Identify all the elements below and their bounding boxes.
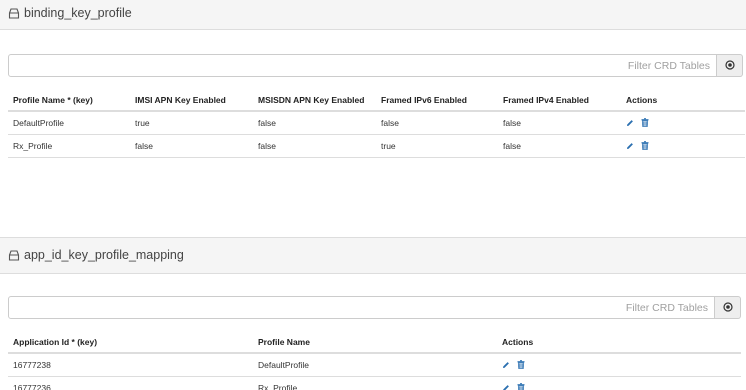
- cell-actions: [497, 353, 741, 377]
- column-header[interactable]: Profile Name: [253, 331, 497, 354]
- section-header-binding-key-profile: binding_key_profile: [0, 0, 746, 30]
- column-header: Actions: [497, 331, 741, 354]
- cell-actions: [497, 376, 741, 390]
- cell-actions: [621, 111, 745, 135]
- section-title-wrap: binding_key_profile: [8, 6, 132, 20]
- cell-application-id: 16777236: [8, 376, 253, 390]
- filter-field[interactable]: [8, 296, 715, 319]
- table-header-row: Profile Name * (key) IMSI APN Key Enable…: [8, 89, 745, 112]
- trash-icon[interactable]: [641, 141, 649, 150]
- cell-framed-ipv4: false: [498, 111, 621, 135]
- database-icon: [8, 7, 20, 19]
- cell-profile-name: DefaultProfile: [8, 111, 130, 135]
- filter-field[interactable]: [8, 54, 717, 77]
- column-header[interactable]: IMSI APN Key Enabled: [130, 89, 253, 112]
- cell-framed-ipv4: false: [498, 134, 621, 158]
- trash-icon[interactable]: [517, 383, 525, 390]
- crd-table-app-id-key-profile-mapping: Application Id * (key) Profile Name Acti…: [8, 331, 741, 390]
- section-header-app-id-key-profile-mapping: app_id_key_profile_mapping: [0, 237, 746, 274]
- column-header[interactable]: MSISDN APN Key Enabled: [253, 89, 376, 112]
- cell-msisdn-apn: false: [253, 134, 376, 158]
- crd-table-binding-key-profile: Profile Name * (key) IMSI APN Key Enable…: [8, 89, 745, 158]
- clear-filter-button[interactable]: [715, 296, 741, 319]
- section-title: binding_key_profile: [24, 6, 132, 20]
- cell-msisdn-apn: false: [253, 111, 376, 135]
- cell-profile-name: Rx_Profile: [253, 376, 497, 390]
- filter-input[interactable]: [9, 297, 714, 318]
- cell-framed-ipv6: false: [376, 111, 498, 135]
- clear-filter-button[interactable]: [717, 54, 743, 77]
- column-header: Actions: [621, 89, 745, 112]
- cell-profile-name: DefaultProfile: [253, 353, 497, 377]
- column-header[interactable]: Profile Name * (key): [8, 89, 130, 112]
- circle-dot-icon: [724, 59, 735, 72]
- column-header[interactable]: Application Id * (key): [8, 331, 253, 354]
- cell-imsi-apn: true: [130, 111, 253, 135]
- pencil-icon[interactable]: [502, 361, 510, 369]
- column-header[interactable]: Framed IPv6 Enabled: [376, 89, 498, 112]
- pencil-icon[interactable]: [626, 142, 634, 150]
- database-icon: [8, 249, 20, 261]
- cell-actions: [621, 134, 745, 158]
- table-row: 16777238 DefaultProfile: [8, 353, 741, 377]
- pencil-icon[interactable]: [502, 384, 510, 390]
- table-row: DefaultProfile true false false false: [8, 111, 745, 135]
- pencil-icon[interactable]: [626, 119, 634, 127]
- cell-framed-ipv6: true: [376, 134, 498, 158]
- section-title: app_id_key_profile_mapping: [24, 248, 184, 262]
- column-header[interactable]: Framed IPv4 Enabled: [498, 89, 621, 112]
- table-row: Rx_Profile false false true false: [8, 134, 745, 158]
- cell-profile-name: Rx_Profile: [8, 134, 130, 158]
- trash-icon[interactable]: [517, 360, 525, 370]
- cell-imsi-apn: false: [130, 134, 253, 158]
- table-row: 16777236 Rx_Profile: [8, 376, 741, 390]
- cell-application-id: 16777238: [8, 353, 253, 377]
- trash-icon[interactable]: [641, 118, 649, 128]
- section-title-wrap: app_id_key_profile_mapping: [8, 248, 184, 262]
- table-header-row: Application Id * (key) Profile Name Acti…: [8, 331, 741, 354]
- circle-dot-icon: [722, 301, 733, 314]
- filter-input[interactable]: [9, 55, 716, 76]
